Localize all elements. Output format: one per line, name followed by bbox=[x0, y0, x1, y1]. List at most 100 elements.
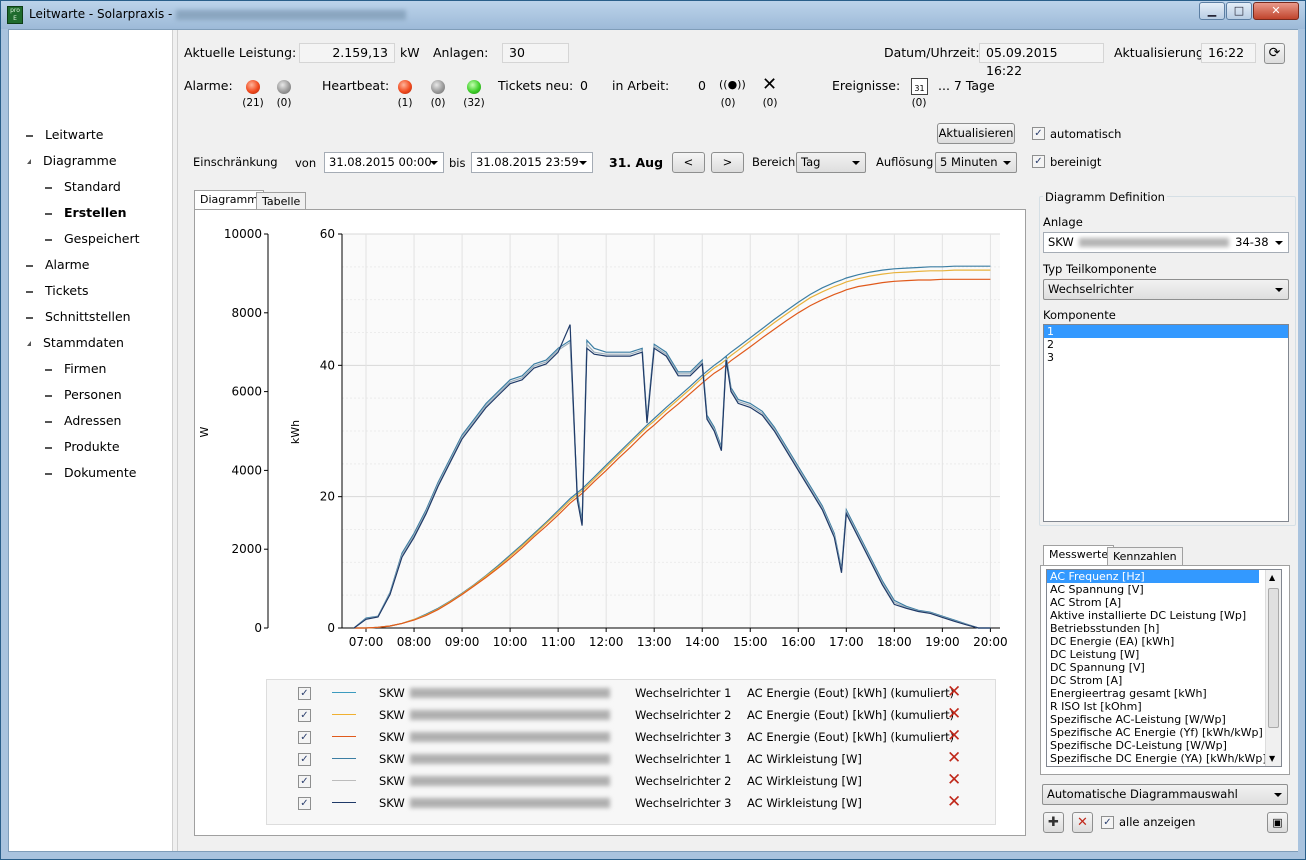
scroll-down-icon[interactable]: ▼ bbox=[1269, 754, 1275, 763]
legend-measure: AC Energie (Eout) [kWh] (kumuliert) bbox=[747, 730, 955, 744]
tab-tabelle[interactable]: Tabelle bbox=[256, 192, 307, 210]
list-item[interactable]: 2 bbox=[1044, 338, 1288, 351]
list-item[interactable]: 3 bbox=[1044, 351, 1288, 364]
heartbeat-green-icon[interactable] bbox=[467, 80, 481, 94]
list-item[interactable]: AC Strom [A] bbox=[1047, 596, 1281, 609]
app-logo-icon: pro E bbox=[7, 6, 23, 24]
aufloesung-select[interactable]: 5 Minuten bbox=[935, 152, 1017, 173]
sidebar-item-alarme[interactable]: Alarme bbox=[26, 256, 89, 274]
alarm-red-icon[interactable] bbox=[246, 80, 260, 94]
tab-kennzahlen[interactable]: Kennzahlen bbox=[1107, 547, 1183, 565]
list-item[interactable]: Aktive installierte DC Leistung [Wp] bbox=[1047, 609, 1281, 622]
heartbeat-red-icon[interactable] bbox=[398, 80, 412, 94]
list-item[interactable]: AC Frequenz [Hz] bbox=[1047, 570, 1259, 583]
title-bar[interactable]: pro E Leitwarte - Solarpraxis - ▁ □ ✕ bbox=[1, 1, 1305, 29]
add-icon[interactable]: ✚ bbox=[1043, 812, 1064, 833]
bereich-select[interactable]: Tag bbox=[796, 152, 866, 173]
scrollbar-thumb[interactable] bbox=[1268, 588, 1279, 728]
alle-anzeigen-checkbox[interactable]: ✓ bbox=[1101, 816, 1114, 829]
minimize-button[interactable]: ▁ bbox=[1199, 2, 1225, 20]
ereignisse-value: ... 7 Tage bbox=[938, 78, 995, 93]
heartbeat-gray-icon[interactable] bbox=[431, 80, 445, 94]
legend-component: Wechselrichter 3 bbox=[635, 730, 732, 744]
remove-icon[interactable]: ✕ bbox=[947, 704, 961, 724]
automatisch-checkbox[interactable]: ✓ bbox=[1032, 127, 1045, 140]
aktualisieren-button[interactable]: Aktualisieren bbox=[937, 123, 1015, 144]
tab-diagramm[interactable]: Diagramm bbox=[194, 190, 264, 210]
legend-checkbox[interactable]: ✓ bbox=[298, 753, 311, 766]
bullet-icon bbox=[26, 316, 33, 319]
legend-checkbox[interactable]: ✓ bbox=[298, 687, 311, 700]
tools-icon[interactable]: ✕ bbox=[762, 74, 777, 95]
list-item[interactable]: DC Energie (EA) [kWh] bbox=[1047, 635, 1281, 648]
calendar-icon[interactable]: 31 bbox=[911, 78, 928, 95]
signal-icon[interactable]: ((●)) bbox=[719, 78, 746, 91]
sidebar-item-schnittstellen[interactable]: Schnittstellen bbox=[26, 308, 131, 326]
anlagen-label: Anlagen: bbox=[433, 45, 489, 60]
remove-icon[interactable]: ✕ bbox=[947, 770, 961, 790]
bis-date-picker[interactable]: 31.08.2015 23:59 bbox=[471, 152, 593, 173]
tab-messwerte[interactable]: Messwerte bbox=[1043, 545, 1115, 565]
sidebar-item-label: Stammdaten bbox=[43, 335, 124, 350]
list-item[interactable]: DC Spannung [V] bbox=[1047, 661, 1281, 674]
list-item[interactable]: R ISO Ist [kOhm] bbox=[1047, 700, 1281, 713]
aktualisierung-label: Aktualisierung: bbox=[1114, 45, 1209, 60]
list-item[interactable]: AC Spannung [V] bbox=[1047, 583, 1281, 596]
scroll-up-icon[interactable]: ▲ bbox=[1269, 573, 1275, 582]
list-item[interactable]: Spezifische AC Energie (Yf) [kWh/kWp] bbox=[1047, 726, 1281, 739]
legend-checkbox[interactable]: ✓ bbox=[298, 775, 311, 788]
y-left-tick-label: 10000 bbox=[224, 227, 262, 241]
legend-prefix: SKW bbox=[379, 730, 405, 744]
alarm-gray-icon[interactable] bbox=[277, 80, 291, 94]
sidebar-item-produkte[interactable]: Produkte bbox=[45, 438, 120, 456]
list-item[interactable]: Spezifische DC-Leistung [W/Wp] bbox=[1047, 739, 1281, 752]
list-item[interactable]: 1 bbox=[1044, 325, 1288, 338]
sidebar-item-erstellen[interactable]: Erstellen bbox=[45, 204, 127, 222]
messwerte-list[interactable]: AC Frequenz [Hz] AC Spannung [V] AC Stro… bbox=[1046, 569, 1282, 767]
list-item[interactable]: Spezifische AC-Leistung [W/Wp] bbox=[1047, 713, 1281, 726]
sidebar-item-personen[interactable]: Personen bbox=[45, 386, 122, 404]
legend-checkbox[interactable]: ✓ bbox=[298, 709, 311, 722]
sidebar-item-standard[interactable]: Standard bbox=[45, 178, 121, 196]
sidebar-item-tickets[interactable]: Tickets bbox=[26, 282, 89, 300]
sidebar-item-stammdaten[interactable]: Stammdaten bbox=[26, 334, 124, 352]
messwerte-scrollbar[interactable]: ▲ ▼ bbox=[1265, 570, 1281, 766]
list-item[interactable]: DC Strom [A] bbox=[1047, 674, 1281, 687]
remove-icon[interactable]: ✕ bbox=[947, 726, 961, 746]
komponente-list[interactable]: 1 2 3 bbox=[1043, 324, 1289, 522]
diagrammauswahl-select[interactable]: Automatische Diagrammauswahl bbox=[1042, 784, 1288, 805]
remove-icon[interactable]: ✕ bbox=[947, 748, 961, 768]
next-button[interactable]: > bbox=[711, 152, 744, 173]
legend-checkbox[interactable]: ✓ bbox=[298, 797, 311, 810]
sidebar-item-leitwarte[interactable]: Leitwarte bbox=[26, 126, 103, 144]
sidebar-item-dokumente[interactable]: Dokumente bbox=[45, 464, 136, 482]
save-icon[interactable]: ▣ bbox=[1267, 812, 1288, 833]
sidebar-item-adressen[interactable]: Adressen bbox=[45, 412, 121, 430]
remove-icon[interactable]: ✕ bbox=[947, 682, 961, 702]
maximize-button[interactable]: □ bbox=[1226, 2, 1252, 20]
tools-count: (0) bbox=[762, 97, 778, 109]
list-item[interactable]: Spezifische DC Energie (YA) [kWh/kWp] bbox=[1047, 752, 1281, 765]
sidebar-item-gespeichert[interactable]: Gespeichert bbox=[45, 230, 140, 248]
expanded-triangle-icon[interactable] bbox=[27, 159, 31, 164]
refresh-icon[interactable]: ⟳ bbox=[1264, 43, 1285, 64]
sidebar-item-label: Dokumente bbox=[64, 465, 137, 480]
von-date-picker[interactable]: 31.08.2015 00:00 bbox=[324, 152, 444, 173]
legend-checkbox[interactable]: ✓ bbox=[298, 731, 311, 744]
anlage-select[interactable]: SKW 34-38 bbox=[1043, 232, 1289, 253]
legend-component: Wechselrichter 2 bbox=[635, 774, 732, 788]
sidebar-item-diagramme[interactable]: Diagramme bbox=[26, 152, 117, 170]
x-tick-label: 13:00 bbox=[637, 635, 672, 649]
prev-button[interactable]: < bbox=[672, 152, 705, 173]
sidebar-item-firmen[interactable]: Firmen bbox=[45, 360, 106, 378]
typ-select[interactable]: Wechselrichter bbox=[1043, 279, 1289, 300]
expanded-triangle-icon[interactable] bbox=[27, 341, 31, 346]
bullet-icon bbox=[45, 238, 52, 241]
list-item[interactable]: Betriebsstunden [h] bbox=[1047, 622, 1281, 635]
list-item[interactable]: DC Leistung [W] bbox=[1047, 648, 1281, 661]
close-button[interactable]: ✕ bbox=[1253, 2, 1299, 20]
bereinigt-checkbox[interactable]: ✓ bbox=[1032, 155, 1045, 168]
remove-icon[interactable]: ✕ bbox=[947, 792, 961, 812]
list-item[interactable]: Energieertrag gesamt [kWh] bbox=[1047, 687, 1281, 700]
delete-icon[interactable]: ✕ bbox=[1072, 812, 1093, 833]
